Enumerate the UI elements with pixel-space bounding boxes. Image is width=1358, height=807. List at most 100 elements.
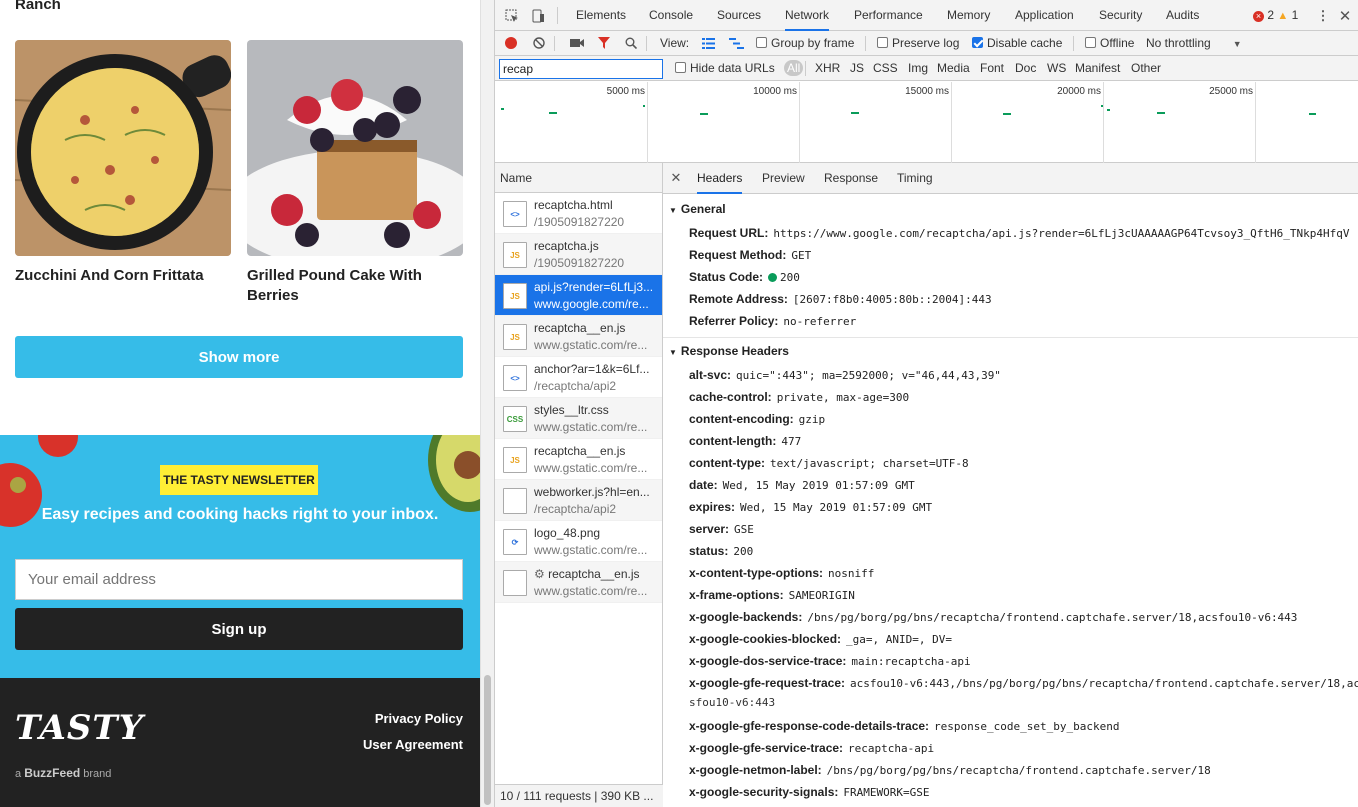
request-row[interactable]: ⟳ logo_48.png www.gstatic.com/re... [495,521,662,562]
disable-cache-checkbox[interactable]: Disable cache [972,31,1062,56]
header-value: gzip [798,413,826,426]
request-row[interactable]: ⚙ recaptcha__en.js www.gstatic.com/re... [495,562,662,603]
header-row: Referrer Policy: no-referrer [689,314,856,328]
header-name: x-google-gfe-response-code-details-trace… [689,719,930,733]
filter-type-other[interactable]: Other [1131,56,1161,81]
page-scrollbar[interactable] [480,0,494,807]
response-headers-section[interactable]: ▼ Response Headers [669,344,789,358]
record-icon[interactable] [504,36,518,50]
network-overview-timeline[interactable]: 5000 ms 10000 ms 15000 ms 20000 ms 25000… [495,82,1358,163]
tab-timing[interactable]: Timing [897,163,933,194]
previous-card-title[interactable]: Ranch [15,0,61,13]
preserve-log-checkbox[interactable]: Preserve log [877,31,959,56]
header-row: Remote Address: [2607:f8b0:4005:80b::2004… [689,292,992,306]
tab-security[interactable]: Security [1099,0,1142,31]
filter-type-js[interactable]: JS [850,56,864,81]
request-row[interactable]: JS recaptcha__en.js www.gstatic.com/re... [495,439,662,480]
group-by-frame-checkbox[interactable]: Group by frame [756,31,854,56]
filter-icon[interactable] [597,36,611,50]
frittata-image[interactable] [15,40,231,256]
header-value: /bns/pg/borg/pg/bns/recaptcha/frontend.c… [826,764,1211,777]
waterfall-icon[interactable] [728,37,744,49]
clear-icon[interactable] [532,36,546,50]
request-name: ⚙ recaptcha__en.js [534,567,658,581]
header-value: acsfou10-v6:443,/bns/pg/borg/pg/bns/reca… [850,677,1358,690]
header-name: status: [689,544,729,558]
filter-type-doc[interactable]: Doc [1015,56,1036,81]
filter-type-media[interactable]: Media [937,56,970,81]
general-section[interactable]: ▼ General [669,202,726,216]
response-headers-section-title: Response Headers [680,344,789,358]
request-row[interactable]: <> anchor?ar=1&k=6Lf... /recaptcha/api2 [495,357,662,398]
page-scrollbar-thumb[interactable] [484,675,491,805]
signup-button[interactable]: Sign up [15,608,463,650]
search-icon[interactable] [624,36,638,50]
tab-performance[interactable]: Performance [854,0,923,31]
email-input[interactable] [15,559,463,600]
recipe-card-title[interactable]: Zucchini And Corn Frittata [15,266,231,286]
filter-type-ws[interactable]: WS [1047,56,1066,81]
toolbar-divider [557,7,558,24]
overview-request-bar [1107,109,1110,111]
tab-headers[interactable]: Headers [697,163,743,194]
request-row[interactable]: JS api.js?render=6LfLj3... www.google.com/… [495,275,662,316]
offline-checkbox[interactable]: Offline [1085,31,1134,56]
tab-application[interactable]: Application [1015,0,1074,31]
large-rows-icon[interactable] [701,37,715,49]
section-divider [663,337,1358,338]
filter-type-css[interactable]: CSS [873,56,898,81]
header-name: expires: [689,500,736,514]
header-name: Status Code: [689,270,764,284]
more-options-icon[interactable]: ⋮ [1316,7,1330,25]
filter-type-manifest[interactable]: Manifest [1075,56,1120,81]
close-icon[interactable]: ✕ [669,170,683,185]
tab-response[interactable]: Response [824,163,878,194]
tab-audits[interactable]: Audits [1166,0,1199,31]
header-value: nosniff [828,567,875,580]
device-toolbar-icon[interactable] [529,7,547,25]
tab-memory[interactable]: Memory [947,0,990,31]
filter-type-all[interactable]: All [784,60,804,76]
filter-input[interactable] [499,59,663,79]
header-name: Request URL: [689,226,769,240]
filter-type-img[interactable]: Img [908,56,928,81]
file-js-icon: JS [503,324,527,350]
tab-sources[interactable]: Sources [717,0,761,31]
show-more-button[interactable]: Show more [15,336,463,378]
request-row[interactable]: webworker.js?hl=en... /recaptcha/api2 [495,480,662,521]
close-icon[interactable]: ✕ [1338,7,1352,25]
request-row[interactable]: <> recaptcha.html/1905091827220 [495,193,662,234]
filter-type-xhr[interactable]: XHR [815,56,840,81]
throttling-select[interactable]: No throttling ▼ [1146,31,1242,56]
request-path: /1905091827220 [534,215,625,229]
privacy-policy-link[interactable]: Privacy Policy [375,711,463,726]
header-value: no-referrer [783,315,857,328]
screenshot-camera-icon[interactable] [569,36,585,50]
recipe-card-title[interactable]: Grilled Pound Cake With Berries [247,266,463,306]
buzzfeed-logo[interactable]: BuzzFeed [24,766,80,780]
recipe-card[interactable]: Grilled Pound Cake With Berries [247,40,463,306]
issue-counter[interactable]: × 2 ▲ 1 [1253,8,1298,22]
name-column-header[interactable]: Name [495,163,662,193]
request-row[interactable]: JS recaptcha__en.js www.gstatic.com/re... [495,316,662,357]
tab-console[interactable]: Console [649,0,693,31]
recipe-card[interactable]: Zucchini And Corn Frittata [15,40,231,286]
filter-type-font[interactable]: Font [980,56,1004,81]
pound-cake-image[interactable] [247,40,463,256]
request-row[interactable]: CSS styles__ltr.css www.gstatic.com/re... [495,398,662,439]
tab-elements[interactable]: Elements [576,0,626,31]
tab-network[interactable]: Network [785,0,830,31]
header-row: x-google-netmon-label: /bns/pg/borg/pg/bn… [689,763,1211,777]
overview-request-bar [851,112,859,114]
header-name: x-google-netmon-label: [689,763,822,777]
tasty-logo[interactable]: TASTY [15,708,144,748]
request-row[interactable]: JS recaptcha.js/1905091827220 [495,234,662,275]
header-row: x-content-type-options: nosniff [689,566,874,580]
tab-preview[interactable]: Preview [762,163,805,194]
request-path: www.gstatic.com/re... [534,543,648,557]
inspect-element-icon[interactable] [503,7,521,25]
user-agreement-link[interactable]: User Agreement [363,737,463,752]
header-name: x-frame-options: [689,588,784,602]
hide-data-urls-checkbox[interactable]: Hide data URLs [675,56,775,81]
header-value: GSE [734,523,754,536]
